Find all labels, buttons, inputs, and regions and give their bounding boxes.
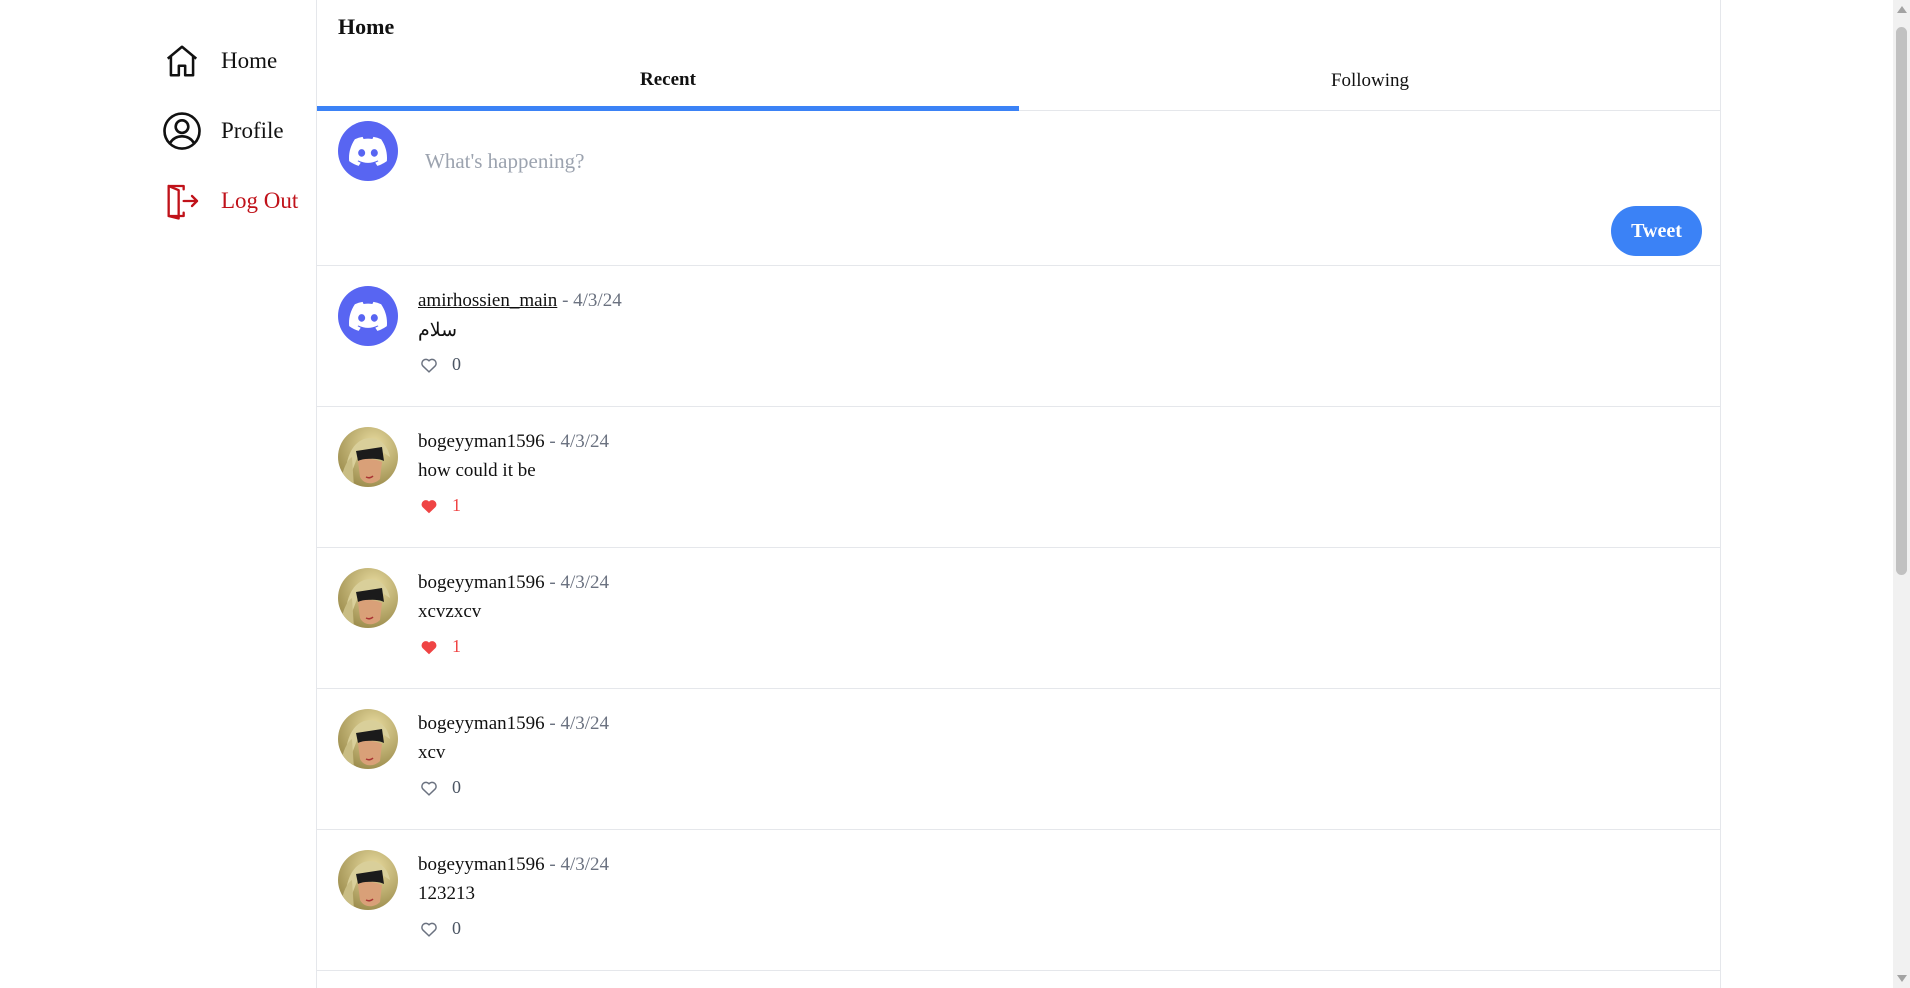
- tweet-author[interactable]: bogeyyman1596: [418, 572, 545, 593]
- like-button[interactable]: 1: [418, 495, 461, 516]
- tweet-author[interactable]: bogeyyman1596: [418, 431, 545, 452]
- like-button[interactable]: 1: [418, 636, 461, 657]
- tab-following[interactable]: Following: [1019, 60, 1721, 110]
- tweet-date: - 4/3/24: [549, 713, 610, 734]
- sidebar-item-profile[interactable]: Profile: [160, 96, 298, 166]
- user-circle-icon: [160, 109, 204, 153]
- heart-outline-icon: [418, 919, 440, 939]
- tweet-item: amirhossien_main - 4/3/24 سلام 0: [317, 266, 1721, 407]
- tweet-author[interactable]: bogeyyman1596: [418, 854, 545, 875]
- tweet-item: bogeyyman1596 - 4/3/24 xcvzxcv 1: [317, 548, 1721, 689]
- tweet-author-link[interactable]: amirhossien_main: [418, 290, 557, 311]
- tweet-item: bogeyyman1596 - 4/3/24 xcv 0: [317, 689, 1721, 830]
- tweet-list: amirhossien_main - 4/3/24 سلام 0 bogeyym…: [317, 266, 1721, 971]
- tweet-composer: Tweet: [317, 111, 1721, 266]
- discord-icon: [338, 121, 398, 181]
- tab-recent[interactable]: Recent: [317, 60, 1019, 111]
- page-scrollbar[interactable]: [1893, 0, 1910, 988]
- discord-icon: [338, 286, 398, 346]
- tweet-meta: bogeyyman1596 - 4/3/24: [418, 713, 609, 735]
- tweet-meta: bogeyyman1596 - 4/3/24: [418, 854, 609, 876]
- tweet-meta: amirhossien_main - 4/3/24: [418, 290, 622, 312]
- tweet-content: 123213: [418, 883, 475, 904]
- home-icon: [160, 39, 204, 83]
- heart-filled-icon: [418, 637, 440, 657]
- page-title: Home: [338, 14, 395, 39]
- sidebar-item-label: Log Out: [221, 188, 299, 213]
- tweet-meta: bogeyyman1596 - 4/3/24: [418, 572, 609, 594]
- anime-avatar-icon: [338, 427, 398, 487]
- feed-tabs: Recent Following: [317, 60, 1721, 111]
- tweet-content: how could it be: [418, 460, 536, 481]
- tweet-date: - 4/3/24: [549, 572, 610, 593]
- sidebar-item-label: Profile: [221, 118, 284, 143]
- anime-avatar-icon: [338, 850, 398, 910]
- sidebar: Home Profile Log Out: [0, 0, 317, 988]
- anime-avatar-icon: [338, 709, 398, 769]
- like-count: 1: [452, 636, 461, 656]
- sidebar-nav: Home Profile Log Out: [160, 26, 298, 236]
- tweet-content: xcvzxcv: [418, 601, 482, 622]
- logout-icon: [160, 179, 204, 223]
- like-count: 0: [452, 354, 461, 374]
- tweet-item: bogeyyman1596 - 4/3/24 123213 0: [317, 830, 1721, 971]
- like-button[interactable]: 0: [418, 777, 461, 798]
- like-button[interactable]: 0: [418, 354, 461, 375]
- tweet-date: - 4/3/24: [549, 854, 610, 875]
- heart-filled-icon: [418, 496, 440, 516]
- tweet-content: xcv: [418, 742, 446, 763]
- main-feed-column: Home Recent Following Tweet amirhossien_…: [317, 0, 1721, 988]
- tweet-meta: bogeyyman1596 - 4/3/24: [418, 431, 609, 453]
- scroll-down-arrow-icon[interactable]: [1897, 975, 1907, 982]
- tweet-button[interactable]: Tweet: [1611, 206, 1702, 256]
- like-count: 0: [452, 777, 461, 797]
- sidebar-item-logout[interactable]: Log Out: [160, 166, 298, 236]
- sidebar-item-home[interactable]: Home: [160, 26, 298, 96]
- scrollbar-thumb[interactable]: [1896, 27, 1907, 575]
- tweet-item: bogeyyman1596 - 4/3/24 how could it be 1: [317, 407, 1721, 548]
- like-count: 1: [452, 495, 461, 515]
- tweet-date: - 4/3/24: [549, 431, 610, 452]
- heart-outline-icon: [418, 355, 440, 375]
- like-button[interactable]: 0: [418, 918, 461, 939]
- scroll-up-arrow-icon[interactable]: [1897, 6, 1907, 13]
- tweet-content: سلام: [418, 320, 458, 341]
- heart-outline-icon: [418, 778, 440, 798]
- tweet-date: - 4/3/24: [562, 290, 622, 311]
- tweet-input[interactable]: [425, 139, 1625, 183]
- like-count: 0: [452, 918, 461, 938]
- tweet-author[interactable]: bogeyyman1596: [418, 713, 545, 734]
- anime-avatar-icon: [338, 568, 398, 628]
- sidebar-item-label: Home: [221, 48, 278, 73]
